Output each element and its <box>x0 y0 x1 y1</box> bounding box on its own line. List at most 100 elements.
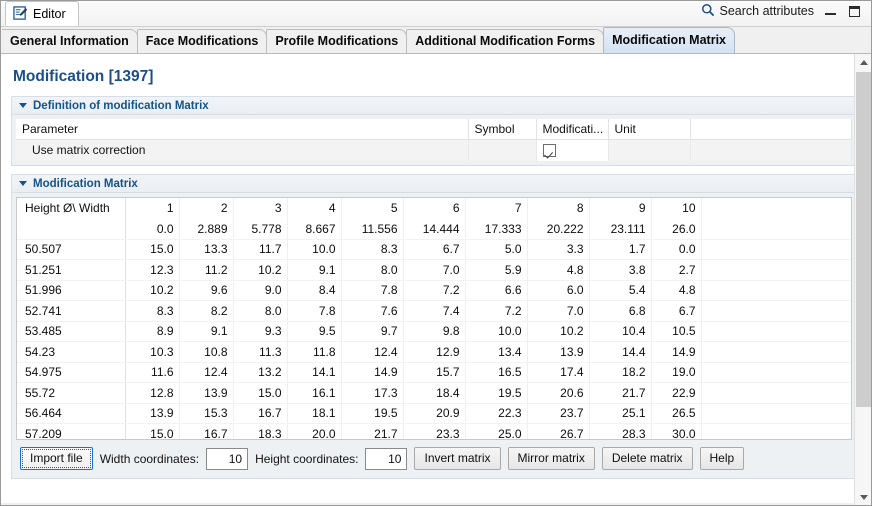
matrix-cell[interactable]: 16.5 <box>465 362 528 383</box>
matrix-cell[interactable]: 12.3 <box>125 259 180 281</box>
matrix-cell[interactable]: 5.4 <box>589 280 652 301</box>
matrix-cell[interactable]: 0.0 <box>651 239 702 260</box>
matrix-cell[interactable]: 14.9 <box>651 341 702 363</box>
matrix-cell[interactable]: 22.3 <box>465 403 528 424</box>
matrix-cell[interactable]: 9.8 <box>403 321 466 342</box>
matrix-row[interactable]: 57.209 15.0 16.7 18.3 20.0 21.7 23.3 25.0 26.7 28… <box>17 423 851 439</box>
matrix-cell[interactable]: 1.7 <box>589 239 652 260</box>
matrix-cell[interactable]: 7.2 <box>403 280 466 301</box>
matrix-cell[interactable]: 13.3 <box>179 239 234 260</box>
maximize-icon[interactable] <box>847 5 862 18</box>
minimize-icon[interactable] <box>823 5 838 18</box>
matrix-cell[interactable]: 11.7 <box>233 239 288 260</box>
matrix-row[interactable]: 51.251 12.3 11.2 10.2 9.1 8.0 7.0 5.9 4.8 3.8 2.7 <box>17 259 851 281</box>
matrix-cell[interactable]: 19.5 <box>341 403 404 424</box>
section-definition-header[interactable]: Definition of modification Matrix <box>11 96 857 115</box>
matrix-cell[interactable]: 3.8 <box>589 259 652 281</box>
chevron-down-icon[interactable] <box>19 181 27 186</box>
matrix-cell[interactable]: 15.0 <box>233 382 288 404</box>
matrix-cell[interactable]: 18.2 <box>589 362 652 383</box>
matrix-cell[interactable]: 8.4 <box>287 280 342 301</box>
matrix-row[interactable]: 52.741 8.3 8.2 8.0 7.8 7.6 7.4 7.2 7.0 6.8 6.7 <box>17 300 851 322</box>
matrix-cell[interactable]: 14.9 <box>341 362 404 383</box>
matrix-cell[interactable]: 8.9 <box>125 321 180 342</box>
matrix-cell[interactable]: 8.0 <box>341 259 404 281</box>
matrix-cell[interactable]: 11.2 <box>179 259 234 281</box>
matrix-cell[interactable]: 12.4 <box>179 362 234 383</box>
matrix-cell[interactable]: 13.9 <box>527 341 590 363</box>
matrix-cell[interactable]: 8.3 <box>125 300 180 322</box>
mirror-matrix-button[interactable]: Mirror matrix <box>507 447 595 470</box>
matrix-cell[interactable]: 11.6 <box>125 362 180 383</box>
matrix-cell[interactable]: 26.5 <box>651 403 702 424</box>
matrix-cell[interactable]: 15.0 <box>125 239 180 260</box>
matrix-cell[interactable]: 10.0 <box>287 239 342 260</box>
matrix-cell[interactable]: 6.7 <box>403 239 466 260</box>
matrix-cell[interactable]: 19.0 <box>651 362 702 383</box>
column-header-parameter[interactable]: Parameter <box>16 119 469 140</box>
matrix-row[interactable]: 53.485 8.9 9.1 9.3 9.5 9.7 9.8 10.0 10.2 10.4 10.5 <box>17 321 851 342</box>
matrix-cell[interactable]: 6.8 <box>589 300 652 322</box>
matrix-cell[interactable]: 12.9 <box>403 341 466 363</box>
delete-matrix-button[interactable]: Delete matrix <box>601 447 693 470</box>
matrix-cell[interactable]: 25.0 <box>465 423 528 439</box>
matrix-cell[interactable]: 13.9 <box>179 382 234 404</box>
matrix-scroll-area[interactable]: Height Ø\ Width 1 2 3 4 5 6 7 8 9 10 0.0 2.889 5.778 8… <box>16 197 852 440</box>
matrix-cell[interactable]: 5.9 <box>465 259 528 281</box>
matrix-cell[interactable]: 11.3 <box>233 341 288 363</box>
width-coordinates-input[interactable] <box>206 447 249 470</box>
matrix-cell[interactable]: 12.4 <box>341 341 404 363</box>
matrix-cell[interactable]: 19.5 <box>465 382 528 404</box>
matrix-cell[interactable]: 18.1 <box>287 403 342 424</box>
matrix-row[interactable]: 54.23 10.3 10.8 11.3 11.8 12.4 12.9 13.4 13.9 14.… <box>17 341 851 363</box>
matrix-cell[interactable]: 10.4 <box>589 321 652 342</box>
section-matrix-header[interactable]: Modification Matrix <box>11 174 857 193</box>
matrix-cell[interactable]: 20.9 <box>403 403 466 424</box>
matrix-cell[interactable]: 16.7 <box>233 403 288 424</box>
help-button[interactable]: Help <box>699 447 745 470</box>
matrix-row[interactable]: 56.464 13.9 15.3 16.7 18.1 19.5 20.9 22.3 23.7 25… <box>17 403 851 424</box>
editor-tab[interactable]: Editor <box>5 1 79 26</box>
matrix-cell[interactable]: 7.8 <box>287 300 342 322</box>
matrix-cell[interactable]: 7.8 <box>341 280 404 301</box>
matrix-cell[interactable]: 10.2 <box>527 321 590 342</box>
matrix-cell[interactable]: 9.6 <box>179 280 234 301</box>
matrix-cell[interactable]: 14.4 <box>589 341 652 363</box>
matrix-cell[interactable]: 17.3 <box>341 382 404 404</box>
matrix-cell[interactable]: 10.5 <box>651 321 702 342</box>
matrix-cell[interactable]: 10.3 <box>125 341 180 363</box>
matrix-cell[interactable]: 15.0 <box>125 423 180 439</box>
import-file-button[interactable]: Import file <box>20 447 93 470</box>
matrix-cell[interactable]: 13.2 <box>233 362 288 383</box>
matrix-row[interactable]: 55.72 12.8 13.9 15.0 16.1 17.3 18.4 19.5 20.6 21.… <box>17 382 851 404</box>
matrix-cell[interactable]: 30.0 <box>651 423 702 439</box>
scroll-down-arrow-icon[interactable] <box>855 489 871 505</box>
matrix-cell[interactable]: 9.1 <box>179 321 234 342</box>
matrix-row[interactable]: 54.975 11.6 12.4 13.2 14.1 14.9 15.7 16.5 17.4 18… <box>17 362 851 383</box>
matrix-cell[interactable]: 9.5 <box>287 321 342 342</box>
matrix-cell[interactable]: 6.6 <box>465 280 528 301</box>
matrix-cell[interactable]: 8.3 <box>341 239 404 260</box>
matrix-cell[interactable]: 9.1 <box>287 259 342 281</box>
matrix-cell[interactable]: 7.0 <box>527 300 590 322</box>
matrix-cell[interactable]: 4.8 <box>651 280 702 301</box>
invert-matrix-button[interactable]: Invert matrix <box>414 447 501 470</box>
chevron-down-icon[interactable] <box>19 103 27 108</box>
matrix-cell[interactable]: 18.4 <box>403 382 466 404</box>
matrix-cell[interactable]: 6.7 <box>651 300 702 322</box>
matrix-cell[interactable]: 2.7 <box>651 259 702 281</box>
matrix-row[interactable]: 51.996 10.2 9.6 9.0 8.4 7.8 7.2 6.6 6.0 5.4 4.8 <box>17 280 851 301</box>
matrix-cell[interactable]: 15.3 <box>179 403 234 424</box>
use-matrix-correction-checkbox[interactable] <box>542 144 556 158</box>
matrix-cell[interactable]: 13.9 <box>125 403 180 424</box>
column-header-extra[interactable] <box>690 119 852 140</box>
matrix-cell[interactable]: 7.2 <box>465 300 528 322</box>
column-header-modification[interactable]: Modificati... <box>536 119 609 140</box>
matrix-cell[interactable]: 23.7 <box>527 403 590 424</box>
matrix-cell[interactable]: 3.3 <box>527 239 590 260</box>
matrix-cell[interactable]: 7.4 <box>403 300 466 322</box>
matrix-cell[interactable]: 15.7 <box>403 362 466 383</box>
matrix-cell[interactable]: 26.7 <box>527 423 590 439</box>
scroll-up-arrow-icon[interactable] <box>855 54 871 71</box>
matrix-cell[interactable]: 9.3 <box>233 321 288 342</box>
